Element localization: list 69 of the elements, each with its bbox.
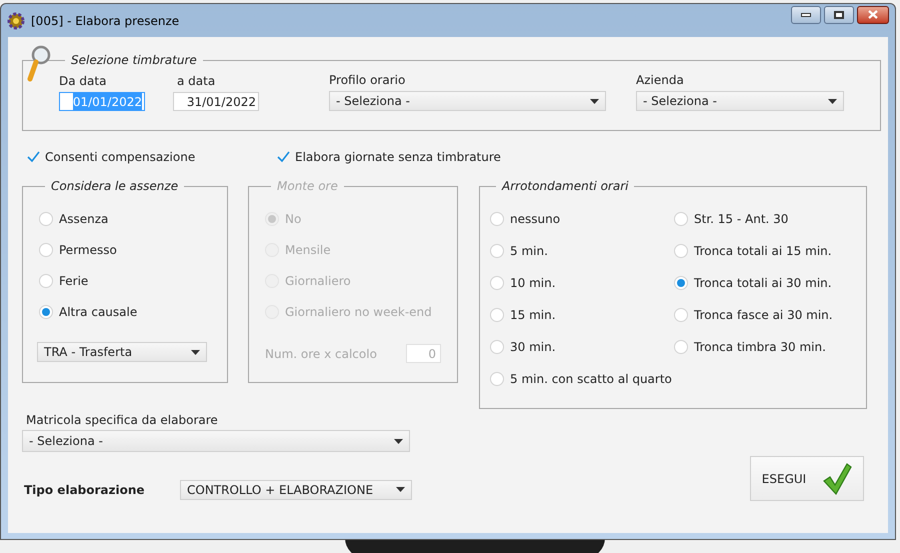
checkbox-label: Elabora giornate senza timbrature [295, 149, 501, 166]
radio-label: Permesso [59, 242, 117, 259]
radio-button[interactable] [490, 212, 504, 226]
radio-button[interactable] [674, 244, 688, 258]
radio-button[interactable] [674, 308, 688, 322]
radio-button[interactable] [39, 305, 53, 319]
run-button[interactable]: ESEGUI [750, 456, 864, 501]
dropdown[interactable]: CONTROLLO + ELABORAZIONE [180, 480, 412, 500]
close-button[interactable] [857, 6, 889, 24]
date-field[interactable]: 31/01/2022 [173, 92, 259, 111]
radio-label: 15 min. [510, 307, 556, 324]
field-label: a data [177, 73, 216, 90]
radio-label: Tronca totali ai 30 min. [694, 275, 832, 292]
radio-label: Tronca fasce ai 30 min. [694, 307, 833, 324]
magnifier-icon [27, 45, 51, 83]
maximize-button[interactable] [824, 6, 854, 24]
radio-button[interactable] [490, 308, 504, 322]
field-label: Da data [59, 73, 108, 90]
field-label: Profilo orario [329, 72, 406, 89]
radio-button[interactable] [39, 243, 53, 257]
field-label: Tipo elaborazione [24, 482, 146, 498]
radio-button[interactable] [674, 212, 688, 226]
dropdown[interactable]: TRA - Trasferta [37, 342, 207, 362]
caret-icon [191, 350, 200, 354]
dropdown[interactable]: - Seleziona - [22, 430, 410, 452]
radio-button[interactable] [39, 212, 53, 226]
radio-label: Altra causale [59, 304, 138, 321]
minimize-button[interactable] [791, 6, 821, 24]
radio-label: Ferie [59, 273, 88, 290]
check-icon [822, 462, 852, 496]
radio-label: nessuno [510, 211, 560, 228]
radio-button[interactable] [490, 340, 504, 354]
caret-icon [590, 98, 599, 104]
radio-label: 10 min. [510, 275, 556, 292]
field-label: Azienda [636, 72, 685, 89]
radio-label: 30 min. [510, 339, 556, 356]
close-icon [868, 10, 878, 19]
radio-label: No [285, 211, 302, 228]
radio-button[interactable] [490, 244, 504, 258]
group-title: Selezione timbrature [70, 52, 198, 69]
group-title: Monte ore [276, 178, 339, 195]
window-title: [005] - Elabora presenze [31, 12, 180, 30]
radio-label: Mensile [285, 242, 331, 259]
checkbox[interactable] [26, 150, 40, 164]
gear-icon [7, 12, 25, 30]
radio-label: 5 min. con scatto al quarto [510, 371, 672, 388]
radio-label: Tronca totali ai 15 min. [694, 243, 832, 260]
checkbox[interactable] [276, 150, 290, 164]
caret-icon [394, 438, 403, 444]
group-title: Arrotondamenti orari [500, 178, 630, 195]
radio-button[interactable] [490, 372, 504, 386]
dropdown[interactable]: - Seleziona - [329, 91, 606, 111]
radio-label: Giornaliero [285, 273, 351, 290]
caret-icon [396, 487, 405, 492]
radio-label: 5 min. [510, 243, 548, 260]
radio-button[interactable] [674, 340, 688, 354]
field-label: Num. ore x calcolo [265, 346, 377, 362]
caret-icon [828, 98, 837, 104]
radio-button[interactable] [39, 274, 53, 288]
group-title: Considera le assenze [50, 178, 180, 195]
field-label: Matricola specifica da elaborare [26, 412, 219, 429]
radio-label: Str. 15 - Ant. 30 [694, 211, 788, 228]
radio-label: Tronca timbra 30 min. [694, 339, 826, 356]
checkbox-label: Consenti compensazione [45, 149, 196, 166]
dropdown[interactable]: - Seleziona - [636, 91, 844, 111]
radio-button[interactable] [490, 276, 504, 290]
radio-button[interactable] [674, 276, 688, 290]
radio-label: Giornaliero no week-end [285, 304, 432, 321]
radio-label: Assenza [59, 211, 108, 228]
